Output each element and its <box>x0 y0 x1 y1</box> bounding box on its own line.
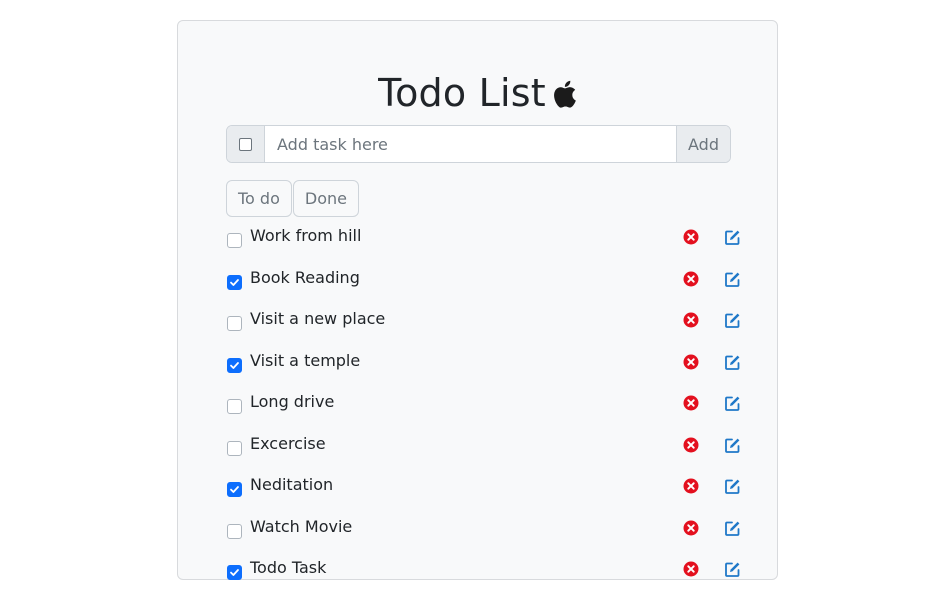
edit-task-button[interactable] <box>724 354 741 371</box>
close-circle-icon <box>683 437 699 453</box>
edit-task-button[interactable] <box>724 271 741 288</box>
close-circle-icon <box>683 271 699 287</box>
task-label: Neditation <box>250 475 334 494</box>
task-checkbox[interactable] <box>227 358 242 373</box>
task-label: Visit a new place <box>250 309 386 328</box>
add-task-group: Add <box>226 125 731 163</box>
edit-icon <box>725 521 740 536</box>
edit-task-button[interactable] <box>724 395 741 412</box>
delete-task-button[interactable] <box>683 478 699 494</box>
checkmark-icon <box>230 279 239 286</box>
select-all-checkbox[interactable] <box>239 137 252 151</box>
task-checkbox[interactable] <box>227 399 242 414</box>
edit-icon <box>725 355 740 370</box>
checkmark-icon <box>230 486 239 493</box>
page-title-text: Todo List <box>378 71 546 115</box>
task-item: Long drive <box>226 392 746 425</box>
close-circle-icon <box>683 520 699 536</box>
edit-icon <box>725 230 740 245</box>
task-checkbox[interactable] <box>227 275 242 290</box>
tab-done[interactable]: Done <box>292 180 359 217</box>
delete-task-button[interactable] <box>683 354 699 370</box>
task-checkbox[interactable] <box>227 233 242 248</box>
add-task-input[interactable] <box>265 126 676 162</box>
task-item: Excercise <box>226 434 746 467</box>
task-checkbox[interactable] <box>227 316 242 331</box>
add-button[interactable]: Add <box>676 126 730 162</box>
edit-task-button[interactable] <box>724 478 741 495</box>
delete-task-button[interactable] <box>683 395 699 411</box>
close-circle-icon <box>683 354 699 370</box>
close-circle-icon <box>683 229 699 245</box>
task-item: Visit a new place <box>226 309 746 342</box>
task-label: Watch Movie <box>250 517 353 536</box>
task-item: Neditation <box>226 475 746 508</box>
select-all-checkbox-wrapper <box>227 126 265 162</box>
todo-card: Todo List Add To do Done Work from hill B… <box>177 20 778 580</box>
task-item: Work from hill <box>226 226 746 259</box>
task-label: Long drive <box>250 392 335 411</box>
edit-icon <box>725 479 740 494</box>
filter-tabs: To do Done <box>226 180 359 217</box>
task-label: Excercise <box>250 434 326 453</box>
delete-task-button[interactable] <box>683 520 699 536</box>
edit-icon <box>725 272 740 287</box>
task-item: Todo Task <box>226 558 746 591</box>
task-label: Work from hill <box>250 226 362 245</box>
task-item: Watch Movie <box>226 517 746 550</box>
edit-task-button[interactable] <box>724 520 741 537</box>
task-item: Visit a temple <box>226 351 746 384</box>
task-item: Book Reading <box>226 268 746 301</box>
delete-task-button[interactable] <box>683 437 699 453</box>
edit-task-button[interactable] <box>724 312 741 329</box>
task-label: Book Reading <box>250 268 360 287</box>
checkmark-icon <box>230 362 239 369</box>
close-circle-icon <box>683 561 699 577</box>
delete-task-button[interactable] <box>683 229 699 245</box>
task-label: Visit a temple <box>250 351 361 370</box>
task-checkbox[interactable] <box>227 524 242 539</box>
edit-icon <box>725 562 740 577</box>
edit-icon <box>725 313 740 328</box>
page-title: Todo List <box>178 69 777 117</box>
task-checkbox[interactable] <box>227 482 242 497</box>
edit-task-button[interactable] <box>724 561 741 578</box>
edit-task-button[interactable] <box>724 229 741 246</box>
task-label: Todo Task <box>250 558 327 577</box>
checkmark-icon <box>230 569 239 576</box>
delete-task-button[interactable] <box>683 312 699 328</box>
delete-task-button[interactable] <box>683 271 699 287</box>
close-circle-icon <box>683 478 699 494</box>
task-checkbox[interactable] <box>227 565 242 580</box>
edit-task-button[interactable] <box>724 437 741 454</box>
close-circle-icon <box>683 312 699 328</box>
apple-icon <box>553 80 576 108</box>
task-checkbox[interactable] <box>227 441 242 456</box>
edit-icon <box>725 438 740 453</box>
delete-task-button[interactable] <box>683 561 699 577</box>
tab-todo[interactable]: To do <box>226 180 292 217</box>
close-circle-icon <box>683 395 699 411</box>
edit-icon <box>725 396 740 411</box>
